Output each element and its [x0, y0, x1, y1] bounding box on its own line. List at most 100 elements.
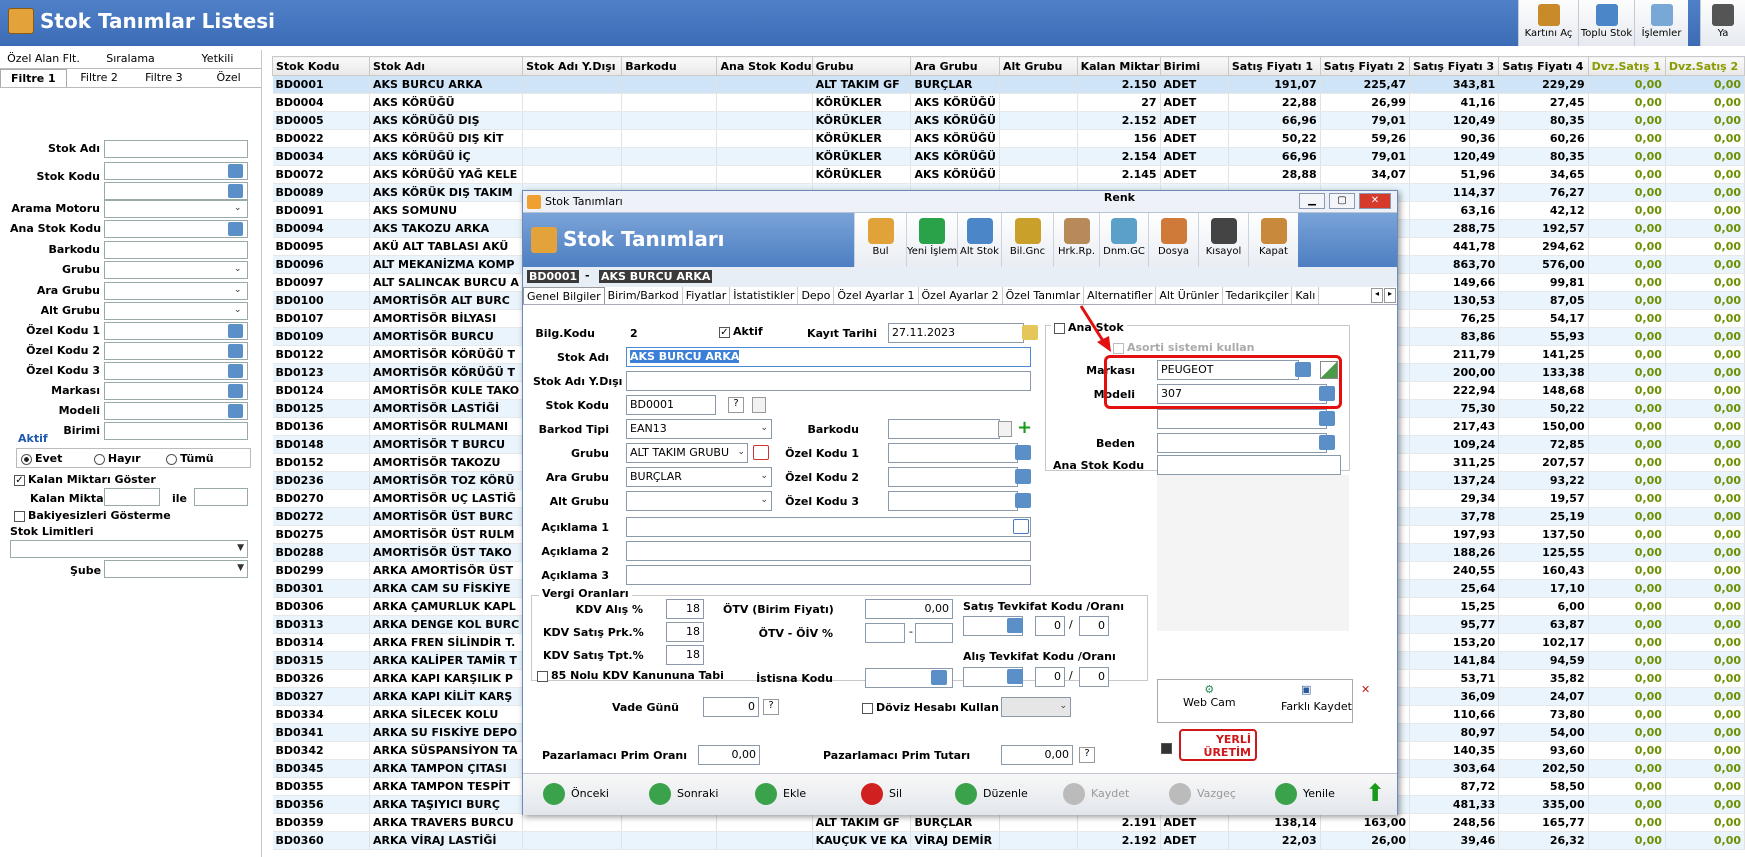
- minimize-button[interactable]: ▁: [1299, 193, 1325, 209]
- tab-right-arrow-icon[interactable]: ▸: [1384, 288, 1396, 303]
- kdv-tpt-input[interactable]: 18: [666, 645, 704, 665]
- markasi-input[interactable]: [104, 382, 248, 400]
- kalan-min-input[interactable]: [104, 488, 160, 506]
- grubu-input[interactable]: [104, 261, 248, 279]
- lookup-icon[interactable]: [1007, 669, 1023, 684]
- picture-area[interactable]: [1157, 475, 1349, 631]
- aciklama-1-input[interactable]: [626, 517, 1031, 537]
- tab-filtre-1[interactable]: Filtre 1: [0, 69, 67, 87]
- kaydet-button[interactable]: Kaydet: [1063, 783, 1129, 805]
- modeli-input[interactable]: [104, 402, 248, 420]
- table-row[interactable]: BD0005 AKS KÖRÜĞÜ DIŞ KÖRÜKLER AKS KÖRÜĞÜ 2.…: [272, 111, 1745, 130]
- ozel-kodu-2-input[interactable]: [104, 342, 248, 360]
- oiv-input[interactable]: [915, 623, 953, 643]
- yerli-checkbox[interactable]: [1161, 741, 1175, 754]
- sil-button[interactable]: Sil: [861, 783, 902, 805]
- table-row[interactable]: BD0360 ARKA VİRAJ LASTİĞİ KAUÇUK VE KA VİRA…: [272, 831, 1745, 850]
- prim-orani-input[interactable]: 0,00: [698, 745, 760, 765]
- lookup-icon[interactable]: [228, 324, 243, 338]
- kdv-alis-input[interactable]: 18: [666, 599, 704, 619]
- close-button[interactable]: ✕: [1359, 193, 1391, 209]
- tab-siralama[interactable]: Sıralama: [87, 50, 174, 68]
- col-birimi[interactable]: Birimi: [1159, 56, 1229, 76]
- tab-ozel-ayarlar-1[interactable]: Özel Ayarlar 1: [834, 287, 919, 304]
- lookup-icon[interactable]: [228, 384, 243, 398]
- col-barkodu[interactable]: Barkodu: [621, 56, 718, 76]
- kalan-max-input[interactable]: [194, 488, 248, 506]
- stok-kodu-help-button[interactable]: ?: [728, 397, 744, 413]
- col-ana-stok-kodu[interactable]: Ana Stok Kodu: [716, 56, 813, 76]
- tab-tedarikciler[interactable]: Tedarikçiler: [1223, 287, 1293, 304]
- radio-hayir[interactable]: Hayır: [93, 452, 141, 465]
- lookup-icon[interactable]: [228, 364, 243, 378]
- asorti-checkbox[interactable]: Asorti sistemi kullan: [1113, 341, 1255, 354]
- lookup-icon[interactable]: [228, 184, 243, 198]
- tab-left-arrow-icon[interactable]: ◂: [1371, 288, 1383, 303]
- stok-kodu-input[interactable]: [104, 182, 248, 200]
- ozel-kodu-1-input[interactable]: [888, 443, 1018, 463]
- barkodu-input[interactable]: [104, 241, 248, 259]
- ara-grubu-input[interactable]: [104, 282, 248, 300]
- col-satis-fiyati-2[interactable]: Satış Fiyatı 2: [1319, 56, 1411, 76]
- kartini-ac-button[interactable]: Kartını Aç: [1518, 0, 1578, 46]
- tab-ozel[interactable]: Özel: [196, 69, 261, 87]
- ara-grubu-select[interactable]: BURÇLAR ⌄: [626, 467, 772, 487]
- tab-genel-bilgiler[interactable]: Genel Bilgiler: [523, 287, 605, 304]
- vade-help-button[interactable]: ?: [763, 699, 779, 715]
- doviz-checkbox[interactable]: Döviz Hesabı Kullan: [862, 701, 999, 714]
- bul-button[interactable]: Bul: [854, 213, 906, 267]
- sube-select[interactable]: ▼: [104, 560, 248, 578]
- barkodu-input[interactable]: [888, 419, 1000, 439]
- add-barkod-icon[interactable]: +: [1017, 418, 1032, 438]
- ana-stok-kodu-input[interactable]: [1157, 455, 1341, 475]
- tab-i-statistikler[interactable]: İstatistikler: [730, 287, 799, 304]
- prim-tutari-input[interactable]: 0,00: [1001, 745, 1073, 765]
- webcam-button[interactable]: ⚙ Web Cam: [1183, 683, 1236, 709]
- col-stok-adi-y-disi[interactable]: Stok Adı Y.Dışı: [522, 56, 623, 76]
- barkod-tipi-select[interactable]: EAN13 ⌄: [626, 419, 772, 439]
- col-dvz-satis-2[interactable]: Dvz.Satış 2: [1664, 56, 1745, 76]
- birimi-input[interactable]: [104, 422, 248, 440]
- lookup-icon[interactable]: [1007, 618, 1023, 633]
- lookup-icon[interactable]: [931, 670, 947, 685]
- col-dvz-satis-1[interactable]: Dvz.Satış 1: [1587, 56, 1666, 76]
- col-kalan-miktar[interactable]: Kalan Miktar: [1076, 56, 1161, 76]
- tab-yetkili[interactable]: Yetkili: [174, 50, 261, 68]
- aktif-checkbox[interactable]: ✓ Aktif: [719, 325, 763, 338]
- vade-gunu-input[interactable]: 0: [703, 697, 759, 717]
- kisayol-button[interactable]: Kısayol: [1198, 213, 1248, 267]
- table-row[interactable]: BD0001 AKS BURCU ARKA ALT TAKIM GF BURÇLAR 2…: [272, 75, 1745, 94]
- kdv-prk-input[interactable]: 18: [666, 622, 704, 642]
- ozel-kodu-3-input[interactable]: [104, 362, 248, 380]
- duzenle-button[interactable]: Düzenle: [955, 783, 1028, 805]
- toplu-stok-button[interactable]: Toplu Stok: [1578, 0, 1634, 46]
- calendar-icon[interactable]: [1022, 325, 1038, 340]
- up-arrow-icon[interactable]: ⬆: [1365, 780, 1385, 806]
- satis-tevk-payda[interactable]: 0: [1079, 616, 1109, 636]
- sonraki-button[interactable]: Sonraki: [649, 783, 718, 805]
- tab-fiyatlar[interactable]: Fiyatlar: [683, 287, 731, 304]
- lookup-icon[interactable]: [228, 164, 243, 178]
- ozel-kodu-1-input[interactable]: [104, 322, 248, 340]
- tab-ozel-alan[interactable]: Özel Alan Flt.: [0, 50, 87, 68]
- otv-input-1[interactable]: [865, 623, 905, 643]
- yenile-button[interactable]: Yenile: [1275, 783, 1335, 805]
- table-row[interactable]: BD0072 AKS KÖRÜĞÜ YAĞ KELE KÖRÜKLER AKS KÖR…: [272, 165, 1745, 184]
- arama-motoru-input[interactable]: [104, 200, 248, 218]
- document-icon[interactable]: [752, 397, 766, 413]
- kapat-button[interactable]: Kapat: [1248, 213, 1298, 267]
- ozel-kodu-3-input[interactable]: [888, 491, 1018, 511]
- stok-adi-input[interactable]: [104, 140, 248, 158]
- tab-ozel-tanimlar[interactable]: Özel Tanımlar: [1003, 287, 1085, 304]
- dnm-gc-button[interactable]: Dnm.GC: [1099, 213, 1148, 267]
- yeni-i-slem-button[interactable]: Yeni İşlem: [906, 213, 957, 267]
- table-row[interactable]: BD0004 AKS KÖRÜĞÜ KÖRÜKLER AKS KÖRÜĞÜ 27 ADET…: [272, 93, 1745, 112]
- lookup-icon[interactable]: [1319, 411, 1335, 426]
- ozel-kodu-2-input[interactable]: [888, 467, 1018, 487]
- aciklama-2-input[interactable]: [626, 541, 1031, 561]
- tab-ozel-ayarlar-2[interactable]: Özel Ayarlar 2: [919, 287, 1003, 304]
- table-row[interactable]: BD0022 AKS KÖRÜĞÜ DIŞ KİT KÖRÜKLER AKS KÖRÜ…: [272, 129, 1745, 148]
- col-stok-adi[interactable]: Stok Adı: [368, 56, 524, 76]
- lookup-icon[interactable]: [753, 445, 769, 460]
- satis-tevk-pay[interactable]: 0: [1035, 616, 1065, 636]
